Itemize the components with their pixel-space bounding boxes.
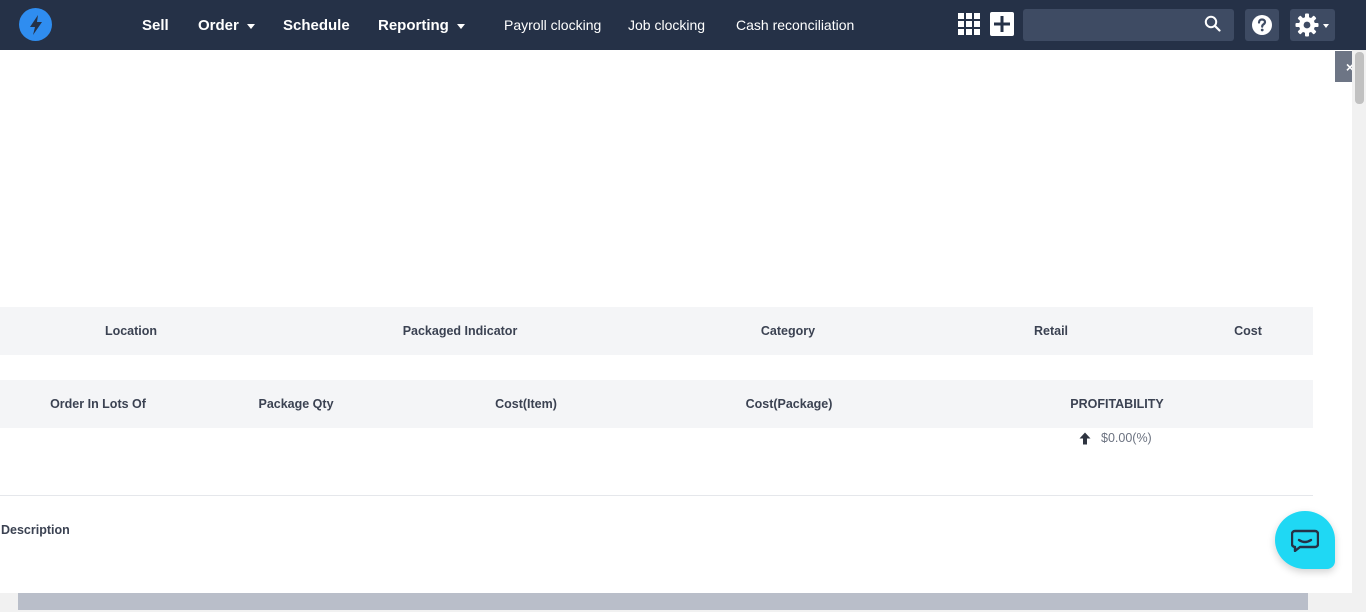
chat-icon <box>1291 529 1319 552</box>
description-label: Description <box>1 523 70 537</box>
chat-button[interactable] <box>1275 511 1335 569</box>
search-icon[interactable] <box>1204 15 1221 32</box>
column-header-order-in-lots-of[interactable]: Order In Lots Of <box>50 397 146 411</box>
gear-icon <box>1295 13 1319 37</box>
help-icon <box>1252 15 1272 35</box>
plus-icon <box>994 16 1010 32</box>
column-header-cost-item[interactable]: Cost(Item) <box>495 397 557 411</box>
lightning-logo-icon[interactable] <box>19 8 52 41</box>
search-input[interactable] <box>1023 9 1234 41</box>
nav-order[interactable]: Order <box>198 0 255 50</box>
arrow-up-icon <box>1079 432 1091 444</box>
settings-button[interactable] <box>1290 9 1335 41</box>
column-header-cost[interactable]: Cost <box>1234 324 1262 338</box>
help-button[interactable] <box>1245 9 1279 41</box>
apps-grid-icon[interactable] <box>958 13 980 35</box>
chevron-down-icon <box>246 23 255 29</box>
nav-schedule-label: Schedule <box>283 16 350 34</box>
table-header-row-1 <box>0 307 1313 355</box>
nav-payroll-clocking-label: Payroll clocking <box>504 17 602 33</box>
column-header-cost-package[interactable]: Cost(Package) <box>746 397 833 411</box>
column-header-retail[interactable]: Retail <box>1034 324 1068 338</box>
nav-job-clocking-label: Job clocking <box>628 17 706 33</box>
column-header-packaged-indicator[interactable]: Packaged Indicator <box>403 324 518 338</box>
vertical-scrollbar-thumb[interactable] <box>1355 52 1364 104</box>
top-navbar: Sell Order Schedule Reporting Payroll cl… <box>0 0 1366 50</box>
nav-job-clocking[interactable]: Job clocking <box>628 0 705 50</box>
nav-reporting[interactable]: Reporting <box>378 0 465 50</box>
section-divider <box>0 495 1313 496</box>
profitability-value: $0.00(%) <box>1101 431 1152 445</box>
column-header-package-qty[interactable]: Package Qty <box>258 397 333 411</box>
chevron-down-icon <box>456 23 465 29</box>
column-header-location[interactable]: Location <box>105 324 157 338</box>
nav-schedule[interactable]: Schedule <box>283 0 350 50</box>
vertical-scrollbar[interactable] <box>1352 50 1366 612</box>
column-header-category[interactable]: Category <box>761 324 815 338</box>
chevron-down-icon <box>1323 24 1329 28</box>
nav-sell[interactable]: Sell <box>142 0 169 50</box>
add-button[interactable] <box>990 12 1014 36</box>
nav-cash-reconciliation-label: Cash reconciliation <box>736 17 855 33</box>
nav-payroll-clocking[interactable]: Payroll clocking <box>504 0 601 50</box>
nav-cash-reconciliation[interactable]: Cash reconciliation <box>736 0 854 50</box>
column-header-profitability[interactable]: PROFITABILITY <box>1070 397 1164 411</box>
nav-reporting-label: Reporting <box>378 16 449 34</box>
nav-sell-label: Sell <box>142 16 169 34</box>
nav-order-label: Order <box>198 16 239 34</box>
profitability-cell: $0.00(%) <box>1079 431 1152 445</box>
horizontal-scrollbar-thumb[interactable] <box>18 593 1308 610</box>
